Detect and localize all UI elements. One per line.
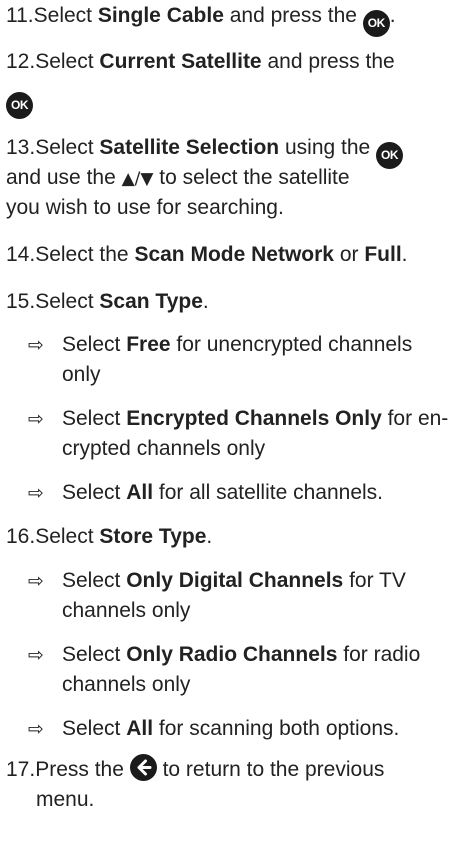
step-keyword: Single Cable [97,4,224,27]
arrow-bullet-icon: ⇨ [28,482,44,504]
step-keyword: Full [364,243,402,266]
step-16: 16.Select Store Type. [6,525,213,548]
step-number: 14. [6,243,36,266]
step-text: Select [35,136,100,159]
step-number: 17. [6,758,36,781]
step-number: 16. [6,525,36,548]
step-keyword: Scan Type [99,290,203,313]
step-12-ok-line: OK [6,83,462,119]
step-13-line-2: and use the ▲/▼ to select the satellite [6,166,350,189]
step-text: Select [33,4,98,27]
arrow-bullet-icon: ⇨ [28,644,44,666]
back-button-icon [129,754,157,781]
step-keyword: Satellite Selection [99,136,280,159]
step-text: using the [279,136,377,159]
arrow-bullet-icon: ⇨ [28,334,44,356]
step-13-line-3: you wish to use for searching. [6,196,284,219]
store-type-option-all: ⇨ Select All for scanning both options. [28,714,462,744]
scan-type-option-encrypted: ⇨ Select Encrypted Channels Only for en-… [28,404,462,464]
step-17: 17.Press the to return to the previous m… [6,754,462,815]
step-keyword: Current Satellite [99,50,262,73]
instruction-page: 11.Select Single Cable and press the OK.… [0,0,470,860]
up-down-arrows-icon: ▲/▼ [121,169,154,189]
step-text: and press the [223,4,363,27]
step-text: and press the [261,50,395,73]
step-keyword: Scan Mode Network [134,243,334,266]
arrow-bullet-icon: ⇨ [28,408,44,430]
step-14: 14.Select the Scan Mode Network or Full. [6,243,408,266]
step-15: 15.Select Scan Type. [6,290,209,313]
store-type-option-radio: ⇨ Select Only Radio Channels for radio c… [28,640,462,700]
step-number: 11. [6,4,34,27]
arrow-bullet-icon: ⇨ [28,570,44,592]
step-number: 15. [6,290,36,313]
arrow-bullet-icon: ⇨ [28,718,44,740]
ok-button-icon: OK [362,10,390,37]
step-12: 12.Select Current Satellite and press th… [6,47,462,77]
step-text: Select [35,50,100,73]
store-type-option-digital: ⇨ Select Only Digital Channels for TV ch… [28,566,462,626]
scan-type-option-all: ⇨ Select All for all satellite channels. [28,478,462,508]
step-11: 11.Select Single Cable and press the OK. [6,1,462,37]
step-keyword: Store Type [99,525,207,548]
step-number: 12. [6,50,36,73]
step-number: 13. [6,136,36,159]
ok-button-icon: OK [6,92,33,119]
scan-type-option-free: ⇨ Select Free for unencrypted channels o… [28,330,462,390]
